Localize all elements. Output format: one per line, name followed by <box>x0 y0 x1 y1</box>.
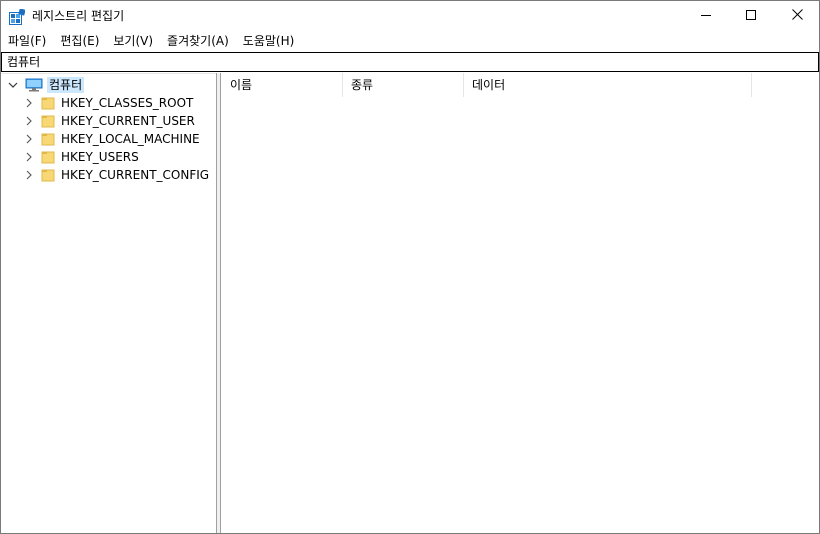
tree-label-hkey-users: HKEY_USERS <box>61 150 139 164</box>
chevron-right-icon[interactable] <box>23 133 35 145</box>
menu-file[interactable]: 파일(F) <box>1 31 53 51</box>
menu-favorites[interactable]: 즐겨찾기(A) <box>160 31 236 51</box>
list-header: 이름 종류 데이터 <box>222 73 752 97</box>
menu-bar: 파일(F) 편집(E) 보기(V) 즐겨찾기(A) 도움말(H) <box>1 31 819 51</box>
folder-icon <box>41 150 55 164</box>
key-tree-pane[interactable]: 컴퓨터 HKEY_CLASSES_ROOT HKEY_CURRENT_USER <box>1 73 216 533</box>
computer-icon <box>25 78 43 92</box>
tree-label-hkey-current-config: HKEY_CURRENT_CONFIG <box>61 168 210 182</box>
chevron-down-icon[interactable] <box>7 79 19 91</box>
tree-label-computer: 컴퓨터 <box>47 77 85 93</box>
minimize-button[interactable] <box>683 1 729 31</box>
values-list-pane[interactable]: 이름 종류 데이터 <box>222 73 819 533</box>
maximize-icon <box>746 9 756 23</box>
chevron-right-icon[interactable] <box>23 169 35 181</box>
minimize-icon <box>701 9 711 23</box>
chevron-right-icon[interactable] <box>23 151 35 163</box>
close-button[interactable] <box>774 1 819 31</box>
tree-node-hkey-local-machine[interactable]: HKEY_LOCAL_MACHINE <box>23 130 200 148</box>
column-header-type[interactable]: 종류 <box>343 73 464 97</box>
close-icon <box>791 9 803 23</box>
window-title: 레지스트리 편집기 <box>32 9 125 23</box>
menu-edit[interactable]: 편집(E) <box>53 31 106 51</box>
tree-node-hkey-current-config[interactable]: HKEY_CURRENT_CONFIG <box>23 166 209 184</box>
tree-node-hkey-users[interactable]: HKEY_USERS <box>23 148 139 166</box>
maximize-button[interactable] <box>728 1 774 31</box>
folder-icon <box>41 168 55 182</box>
address-bar <box>1 52 819 72</box>
tree-node-hkey-current-user[interactable]: HKEY_CURRENT_USER <box>23 112 195 130</box>
pane-splitter[interactable] <box>216 73 221 533</box>
tree-label-hkey-local-machine: HKEY_LOCAL_MACHINE <box>61 132 200 146</box>
folder-icon <box>41 132 55 146</box>
menu-view[interactable]: 보기(V) <box>106 31 160 51</box>
chevron-right-icon[interactable] <box>23 115 35 127</box>
menu-help[interactable]: 도움말(H) <box>236 31 302 51</box>
folder-icon <box>41 96 55 110</box>
registry-editor-window: 레지스트리 편집기 파일(F) 편집(E) 보기(V) 즐겨찾기(A) 도움말(… <box>0 0 820 534</box>
registry-editor-app-icon <box>9 8 26 25</box>
folder-icon <box>41 114 55 128</box>
tree-label-hkey-current-user: HKEY_CURRENT_USER <box>61 114 195 128</box>
tree-label-hkey-classes-root: HKEY_CLASSES_ROOT <box>61 96 194 110</box>
chevron-right-icon[interactable] <box>23 97 35 109</box>
title-bar[interactable]: 레지스트리 편집기 <box>1 1 819 31</box>
column-header-name[interactable]: 이름 <box>222 73 343 97</box>
column-header-data[interactable]: 데이터 <box>464 73 752 97</box>
address-input[interactable] <box>2 53 807 69</box>
tree-node-computer[interactable]: 컴퓨터 <box>7 76 85 94</box>
tree-node-hkey-classes-root[interactable]: HKEY_CLASSES_ROOT <box>23 94 193 112</box>
